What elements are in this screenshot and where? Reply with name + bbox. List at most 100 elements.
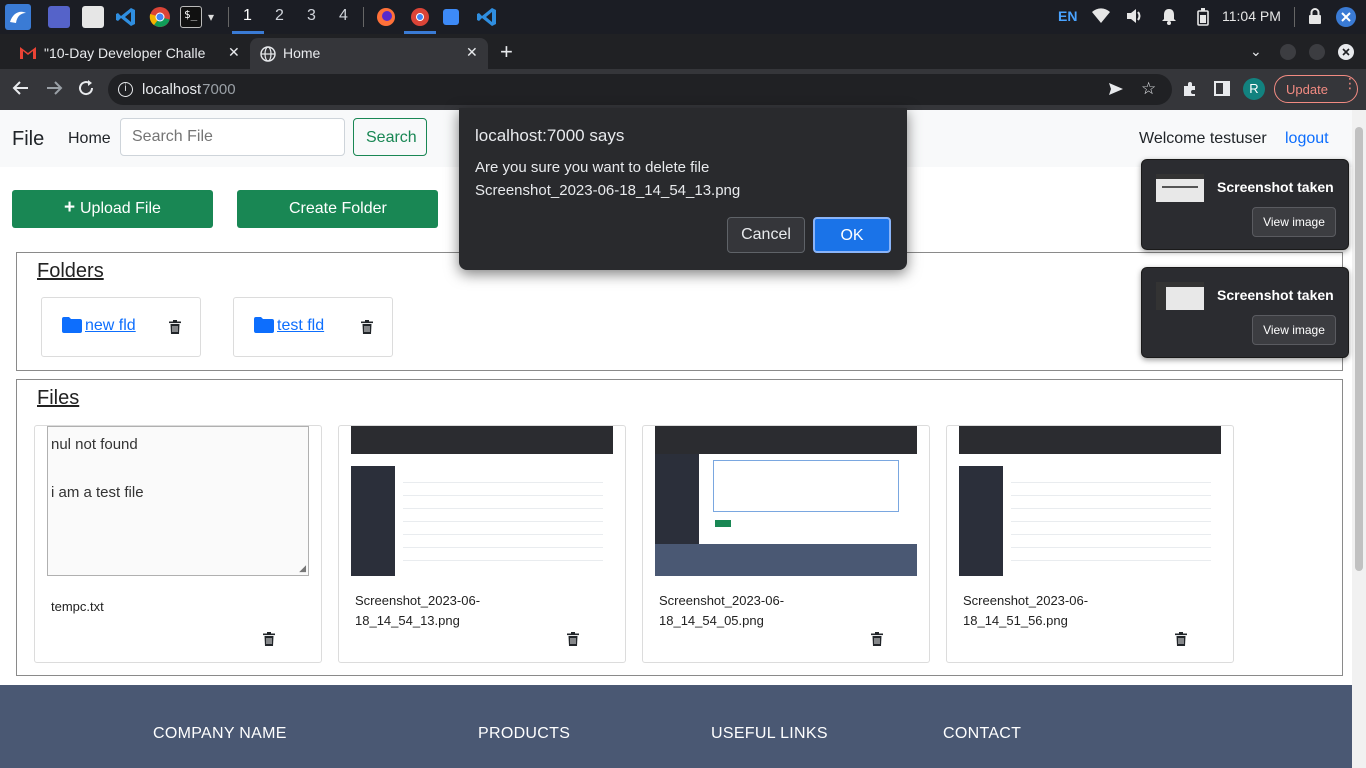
cancel-button[interactable]: Cancel — [727, 217, 805, 253]
logout-link[interactable]: logout — [1285, 130, 1329, 148]
update-button[interactable]: Update ⋮ — [1274, 75, 1358, 103]
vscode-icon[interactable] — [115, 6, 137, 28]
search-button[interactable]: Search — [353, 118, 427, 156]
files-title: Files — [37, 387, 80, 409]
file-card[interactable]: Screenshot_2023-06- 18_14_51_56.png — [946, 425, 1234, 663]
terminal-icon[interactable]: $_ — [180, 6, 202, 28]
more-vert-icon: ⋮ — [1343, 75, 1357, 91]
forward-icon[interactable] — [45, 79, 63, 102]
file-name: 18_14_54_13.png — [355, 613, 460, 628]
text-line: i am a test file — [51, 484, 144, 501]
view-image-button[interactable]: View image — [1252, 315, 1336, 345]
files-section: Files nul not found i am a test file ◢ t… — [16, 379, 1343, 676]
bookmark-star-icon[interactable]: ☆ — [1141, 79, 1156, 99]
footer-heading: USEFUL LINKS — [711, 725, 828, 742]
thumb-topbar — [655, 426, 917, 454]
wifi-icon[interactable] — [1092, 8, 1110, 29]
new-tab-icon[interactable]: + — [500, 39, 513, 65]
firefox-icon[interactable] — [375, 6, 397, 28]
toast-thumbnail — [1156, 282, 1204, 310]
folder-link[interactable]: test fld — [277, 317, 324, 335]
close-tab-icon[interactable]: ✕ — [466, 44, 478, 61]
tab-gmail[interactable]: "10-Day Developer Challe ✕ — [8, 38, 248, 69]
nav-home-link[interactable]: Home — [68, 130, 111, 148]
trash-icon[interactable] — [871, 632, 883, 651]
toast-title: Screenshot taken — [1217, 179, 1334, 195]
trash-icon[interactable] — [169, 320, 181, 339]
back-icon[interactable] — [12, 79, 30, 102]
footer-heading: CONTACT — [943, 725, 1022, 742]
close-window-icon[interactable] — [1338, 44, 1354, 60]
upload-file-button[interactable]: + Upload File — [12, 190, 213, 228]
minimize-icon[interactable] — [1280, 44, 1296, 60]
workspace-4[interactable]: 4 — [339, 7, 348, 25]
notification-bell-icon[interactable] — [1161, 8, 1177, 30]
screenshot-toast[interactable]: Screenshot taken View image — [1141, 267, 1349, 358]
site-info-icon[interactable]: i — [118, 82, 133, 97]
thumb-topbar — [959, 426, 1221, 454]
folder-card[interactable]: new fld — [41, 297, 201, 357]
image-thumbnail[interactable] — [351, 426, 613, 576]
workspace-1[interactable]: 1 — [243, 7, 252, 25]
plus-icon: + — [64, 197, 76, 218]
thumb-table — [1011, 470, 1211, 570]
create-folder-label: Create Folder — [289, 200, 387, 217]
resize-handle-icon[interactable]: ◢ — [299, 563, 306, 574]
vscode-window-icon[interactable] — [476, 6, 498, 28]
view-image-button[interactable]: View image — [1252, 207, 1336, 237]
toast-thumb-bar — [1156, 174, 1204, 179]
battery-icon[interactable] — [1197, 8, 1209, 31]
send-icon[interactable] — [1108, 81, 1124, 102]
page-footer: COMPANY NAME PRODUCTS USEFUL LINKS CONTA… — [0, 685, 1352, 768]
address-bar[interactable]: i localhost :7000 ☆ — [108, 74, 1172, 105]
clock[interactable]: 11:04 PM — [1222, 8, 1281, 24]
brand[interactable]: File — [12, 128, 44, 151]
tab-title: "10-Day Developer Challe — [44, 45, 206, 61]
profile-avatar[interactable]: R — [1243, 78, 1265, 100]
extensions-icon[interactable] — [1182, 81, 1198, 102]
trash-icon[interactable] — [361, 320, 373, 339]
file-card[interactable]: nul not found i am a test file ◢ tempc.t… — [34, 425, 322, 663]
side-panel-icon[interactable] — [1214, 81, 1230, 96]
maximize-icon[interactable] — [1309, 44, 1325, 60]
folder-link[interactable]: new fld — [85, 317, 136, 335]
file-card[interactable]: Screenshot_2023-06- 18_14_54_05.png — [642, 425, 930, 663]
workspace-3[interactable]: 3 — [307, 7, 316, 25]
file-card[interactable]: Screenshot_2023-06- 18_14_54_13.png — [338, 425, 626, 663]
chrome-window-icon[interactable] — [409, 6, 431, 28]
footer-heading: PRODUCTS — [478, 725, 571, 742]
image-thumbnail[interactable] — [655, 426, 917, 576]
power-icon[interactable] — [1336, 7, 1356, 32]
files-window-icon[interactable] — [443, 9, 459, 25]
reload-icon[interactable] — [77, 79, 95, 102]
text-preview[interactable]: nul not found i am a test file ◢ — [47, 426, 309, 576]
workspace-2[interactable]: 2 — [275, 7, 284, 25]
thumb-button — [715, 520, 731, 527]
chrome-icon[interactable] — [149, 6, 171, 28]
keyboard-language[interactable]: EN — [1058, 8, 1077, 24]
create-folder-button[interactable]: Create Folder — [237, 190, 438, 228]
footer-heading: COMPANY NAME — [153, 725, 287, 742]
upload-label: Upload File — [80, 200, 161, 217]
trash-icon[interactable] — [1175, 632, 1187, 651]
volume-icon[interactable] — [1126, 8, 1144, 29]
search-input[interactable] — [120, 118, 345, 156]
tab-search-chevron-icon[interactable]: ⌄ — [1250, 43, 1262, 60]
app-menu-icon[interactable] — [5, 4, 31, 30]
image-thumbnail[interactable] — [959, 426, 1221, 576]
ok-button[interactable]: OK — [813, 217, 891, 253]
scrollbar-thumb[interactable] — [1355, 127, 1363, 571]
thumb-sidebar — [655, 454, 699, 544]
tab-home[interactable]: Home ✕ — [250, 38, 488, 69]
chevron-down-icon[interactable]: ▾ — [208, 10, 214, 24]
system-taskbar: $_ ▾ 1 2 3 4 EN 11:04 PM — [0, 0, 1366, 34]
dialog-message: Are you sure you want to delete file — [475, 159, 710, 176]
folder-card[interactable]: test fld — [233, 297, 393, 357]
file-manager-icon[interactable] — [82, 6, 104, 28]
lock-icon[interactable] — [1308, 8, 1322, 30]
screenshot-toast[interactable]: Screenshot taken View image — [1141, 159, 1349, 250]
close-tab-icon[interactable]: ✕ — [228, 44, 240, 61]
trash-icon[interactable] — [263, 632, 275, 651]
desktop-icon[interactable] — [48, 6, 70, 28]
trash-icon[interactable] — [567, 632, 579, 651]
